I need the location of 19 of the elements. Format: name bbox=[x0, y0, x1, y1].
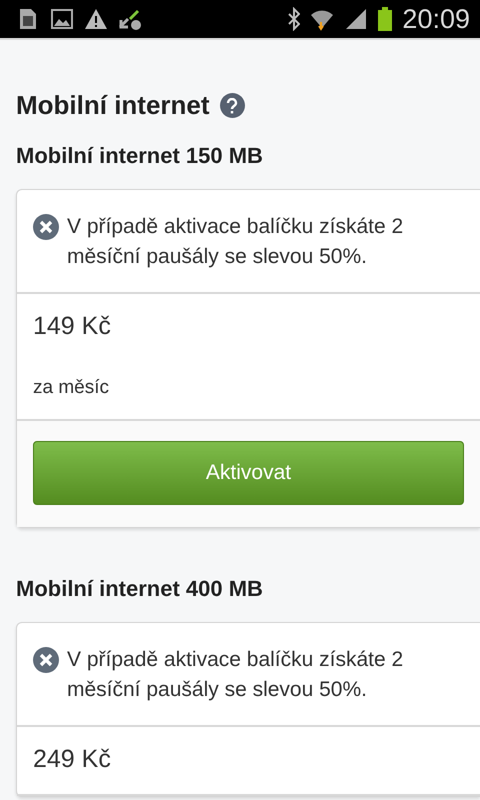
price: 149 Kč bbox=[33, 312, 112, 341]
close-circle-icon bbox=[33, 214, 59, 240]
sync-check-icon bbox=[118, 7, 142, 31]
package-title: Mobilní internet 400 MB bbox=[16, 576, 264, 602]
status-time: 20:09 bbox=[402, 4, 470, 34]
bluetooth-icon bbox=[288, 7, 300, 31]
help-icon[interactable] bbox=[220, 93, 245, 118]
close-circle-icon bbox=[33, 647, 59, 673]
package-title: Mobilní internet 150 MB bbox=[16, 143, 264, 169]
signal-icon bbox=[344, 7, 368, 31]
price-period: za měsíc bbox=[33, 377, 110, 399]
battery-icon bbox=[378, 7, 392, 31]
price: 249 Kč bbox=[33, 745, 112, 774]
warning-icon bbox=[84, 7, 108, 31]
activate-button[interactable]: Aktivovat bbox=[33, 441, 464, 505]
notice-text: V případě aktivace balíčku získáte 2 měsíční paušály se slevou 50%. bbox=[67, 647, 404, 703]
notice-text: V případě aktivace balíčku získáte 2 měsíční paušály se slevou 50%. bbox=[67, 214, 404, 270]
page-heading: Mobilní internet bbox=[16, 90, 210, 121]
image-icon bbox=[50, 7, 74, 31]
